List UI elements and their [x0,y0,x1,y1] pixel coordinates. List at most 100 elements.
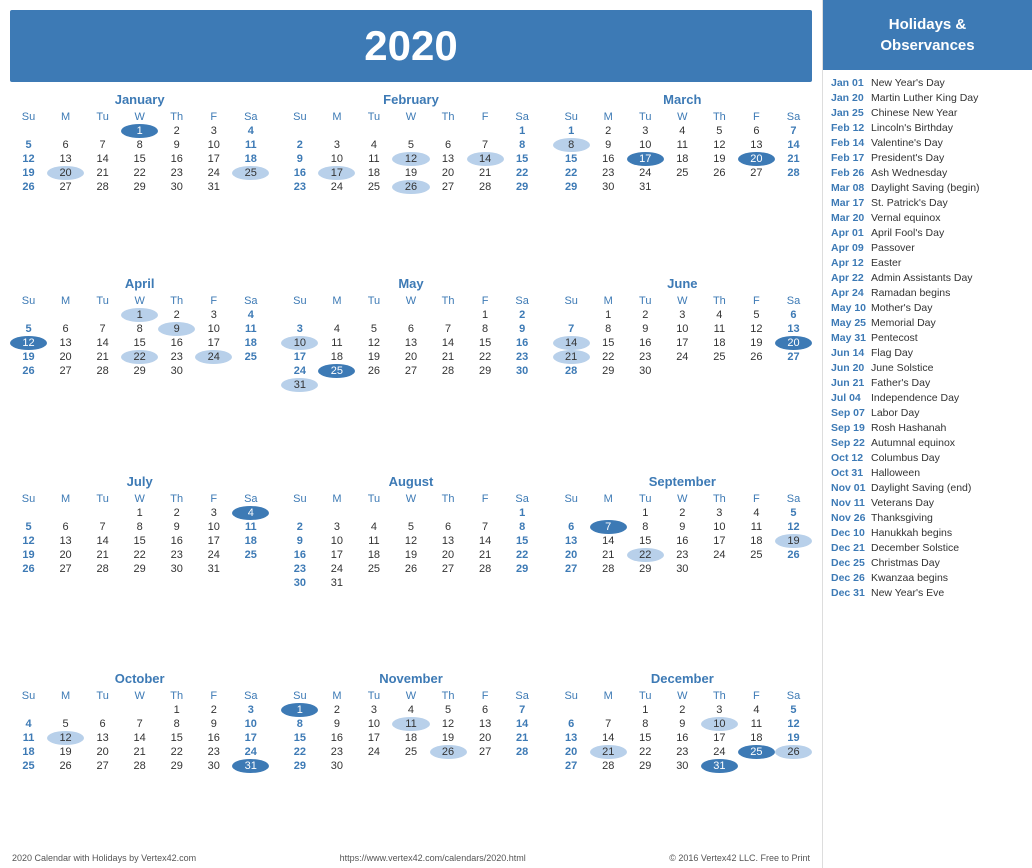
calendar-day: 10 [195,138,232,152]
calendar-day: 15 [627,731,664,745]
calendar-day: 28 [553,364,590,378]
calendar-day [121,703,158,717]
calendar-day: 25 [392,745,429,759]
weekday-header: F [195,492,232,506]
calendar-day: 13 [47,534,84,548]
calendar-day: 12 [775,520,812,534]
calendar-day: 30 [504,364,541,378]
calendar-day: 17 [281,350,318,364]
calendar-day: 21 [430,350,467,364]
calendar-day: 1 [121,506,158,520]
calendar-day: 29 [627,759,664,773]
calendar-day: 13 [84,731,121,745]
weekday-header: W [664,294,701,308]
calendar-day: 14 [121,731,158,745]
calendar-day [232,364,269,378]
weekday-header: Sa [775,294,812,308]
holiday-name: Veterans Day [871,497,934,509]
calendar-day: 27 [84,759,121,773]
list-item: Oct 12Columbus Day [831,451,1024,465]
weekday-header: M [47,294,84,308]
calendar-day: 9 [318,717,355,731]
calendar-day [84,506,121,520]
calendar-day: 18 [738,534,775,548]
calendar-day: 25 [701,350,738,364]
holiday-date: Sep 19 [831,422,867,434]
calendar-day: 2 [281,520,318,534]
weekday-header: Su [10,294,47,308]
weekday-header: Sa [232,110,269,124]
weekday-header: Sa [775,689,812,703]
calendar-day: 4 [738,703,775,717]
calendar-day [430,576,467,590]
calendar-day: 26 [738,350,775,364]
calendar-day: 19 [738,336,775,350]
calendar-day: 6 [430,138,467,152]
list-item: May 10Mother's Day [831,301,1024,315]
month-name: March [553,92,812,107]
calendar-day: 11 [232,138,269,152]
calendar-day: 19 [47,745,84,759]
calendar-day: 26 [392,180,429,194]
calendar-day [467,506,504,520]
calendar-day [467,576,504,590]
list-item: Jan 25Chinese New Year [831,106,1024,120]
calendar-day: 9 [158,138,195,152]
calendar-day: 24 [701,745,738,759]
calendar-day: 2 [158,124,195,138]
calendar-day: 28 [504,745,541,759]
calendar-day: 5 [392,138,429,152]
weekday-header: F [467,110,504,124]
calendar-day: 25 [738,745,775,759]
holiday-name: Valentine's Day [871,137,943,149]
calendar-day: 28 [467,562,504,576]
calendar-day: 22 [158,745,195,759]
calendar-day [504,576,541,590]
holiday-date: Dec 25 [831,557,867,569]
weekday-header: Sa [232,492,269,506]
holiday-name: Passover [871,242,915,254]
weekday-header: Su [281,110,318,124]
calendar-day: 31 [701,759,738,773]
calendar-day: 10 [195,322,232,336]
calendar-day: 19 [10,548,47,562]
calendar-day: 20 [775,336,812,350]
calendar-day [701,364,738,378]
holiday-name: Rosh Hashanah [871,422,946,434]
calendar-day: 26 [10,180,47,194]
calendar-day: 5 [47,717,84,731]
calendar-day: 18 [392,731,429,745]
calendar-day: 8 [281,717,318,731]
calendar-day: 18 [232,152,269,166]
calendar-day: 3 [701,703,738,717]
weekday-header: Tu [84,492,121,506]
calendar-day: 10 [281,336,318,350]
calendar-day: 24 [701,548,738,562]
calendar-day: 24 [664,350,701,364]
calendar-day: 16 [158,152,195,166]
holiday-name: Columbus Day [871,452,940,464]
calendar-day: 26 [701,166,738,180]
weekday-header: Su [10,492,47,506]
holiday-name: President's Day [871,152,944,164]
holiday-name: St. Patrick's Day [871,197,948,209]
calendar-day: 11 [738,520,775,534]
calendar-day: 22 [467,350,504,364]
weekday-header: Th [158,492,195,506]
calendar-day: 1 [553,124,590,138]
calendar-day: 13 [47,152,84,166]
calendar-day: 5 [10,322,47,336]
list-item: Dec 26Kwanzaa begins [831,571,1024,585]
calendar-day [47,506,84,520]
calendar-day: 22 [627,745,664,759]
calendar-day: 1 [121,308,158,322]
weekday-header: Sa [504,294,541,308]
calendar-day [195,364,232,378]
calendar-day: 16 [281,166,318,180]
calendar-day [281,124,318,138]
calendar-day: 3 [318,138,355,152]
calendar-day [590,506,627,520]
calendar-day: 8 [467,322,504,336]
calendar-day: 22 [121,548,158,562]
calendar-day: 24 [318,562,355,576]
